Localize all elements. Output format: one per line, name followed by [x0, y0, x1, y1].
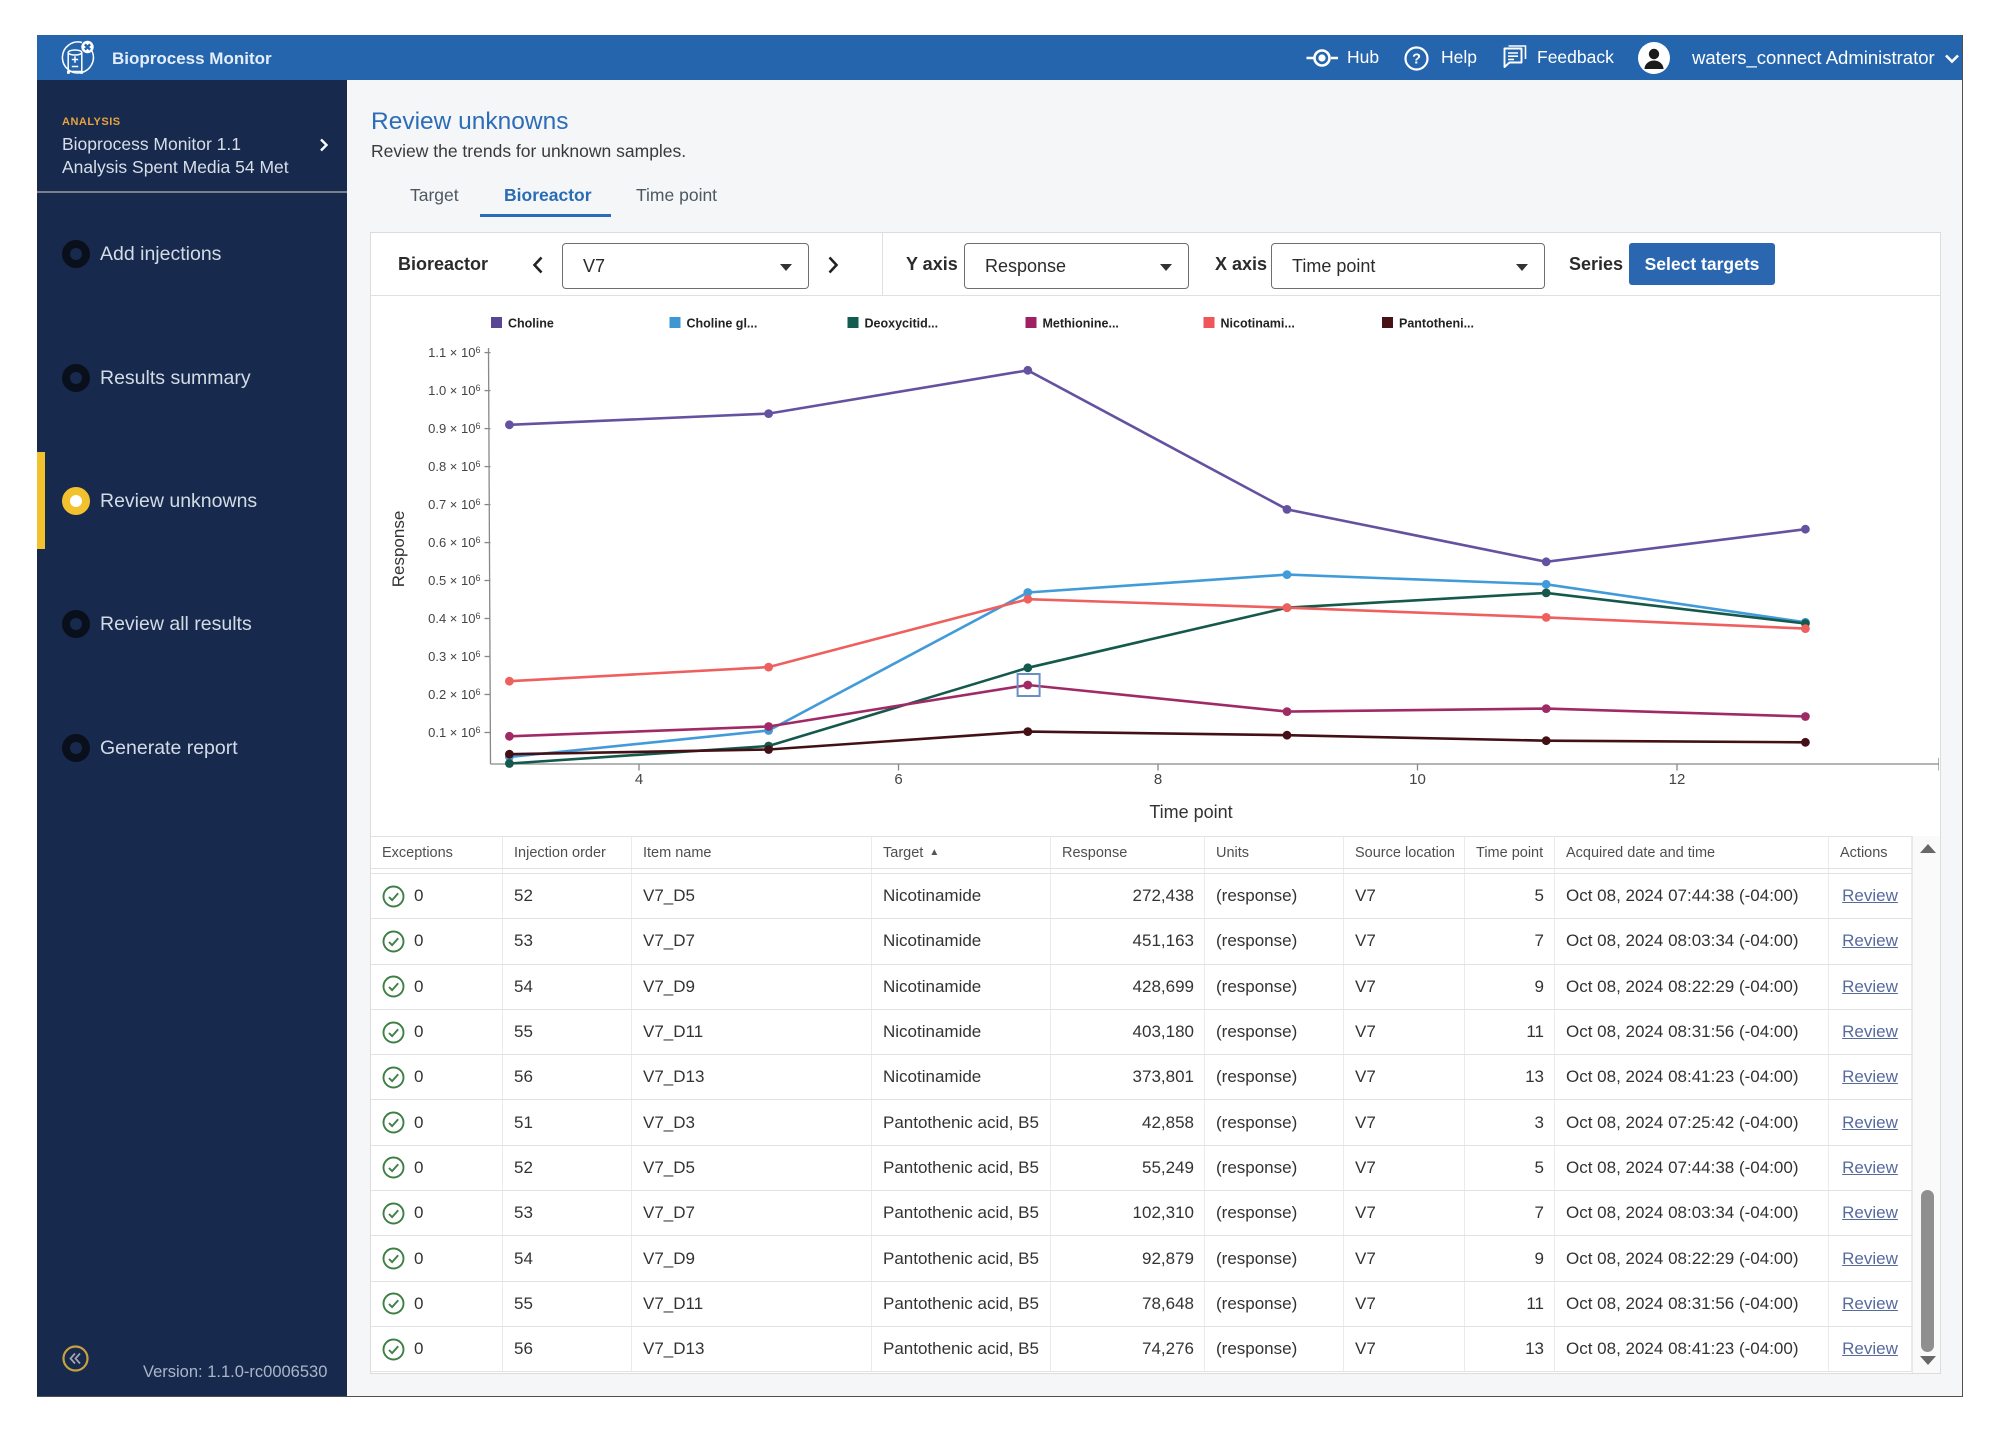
- svg-text:Time point: Time point: [1149, 802, 1232, 822]
- svg-text:Deoxycitid...: Deoxycitid...: [865, 317, 939, 331]
- svg-text:0.6 × 106: 0.6 × 106: [428, 535, 480, 550]
- svg-text:?: ?: [1412, 52, 1421, 68]
- svg-text:Choline: Choline: [508, 317, 554, 331]
- svg-text:Nicotinami...: Nicotinami...: [1221, 317, 1295, 331]
- svg-text:Pantotheni...: Pantotheni...: [1399, 317, 1474, 331]
- svg-text:Choline gl...: Choline gl...: [687, 317, 758, 331]
- svg-text:0.1 × 106: 0.1 × 106: [428, 725, 480, 740]
- svg-text:0.2 × 106: 0.2 × 106: [428, 687, 480, 702]
- svg-text:0.3 × 106: 0.3 × 106: [428, 649, 480, 664]
- svg-text:0.4 × 106: 0.4 × 106: [428, 611, 480, 626]
- svg-text:8: 8: [1154, 771, 1162, 788]
- svg-text:0.9 × 106: 0.9 × 106: [428, 421, 480, 436]
- svg-text:0.5 × 106: 0.5 × 106: [428, 573, 480, 588]
- svg-text:10: 10: [1409, 771, 1426, 788]
- svg-text:1.0 × 106: 1.0 × 106: [428, 383, 480, 398]
- svg-text:0.7 × 106: 0.7 × 106: [428, 497, 480, 512]
- svg-text:6: 6: [894, 771, 902, 788]
- svg-text:0.8 × 106: 0.8 × 106: [428, 459, 480, 474]
- svg-text:12: 12: [1669, 771, 1686, 788]
- svg-text:Methionine...: Methionine...: [1043, 317, 1119, 331]
- svg-text:1.1 × 106: 1.1 × 106: [428, 345, 480, 360]
- svg-text:4: 4: [635, 771, 643, 788]
- svg-text:Response: Response: [389, 511, 408, 588]
